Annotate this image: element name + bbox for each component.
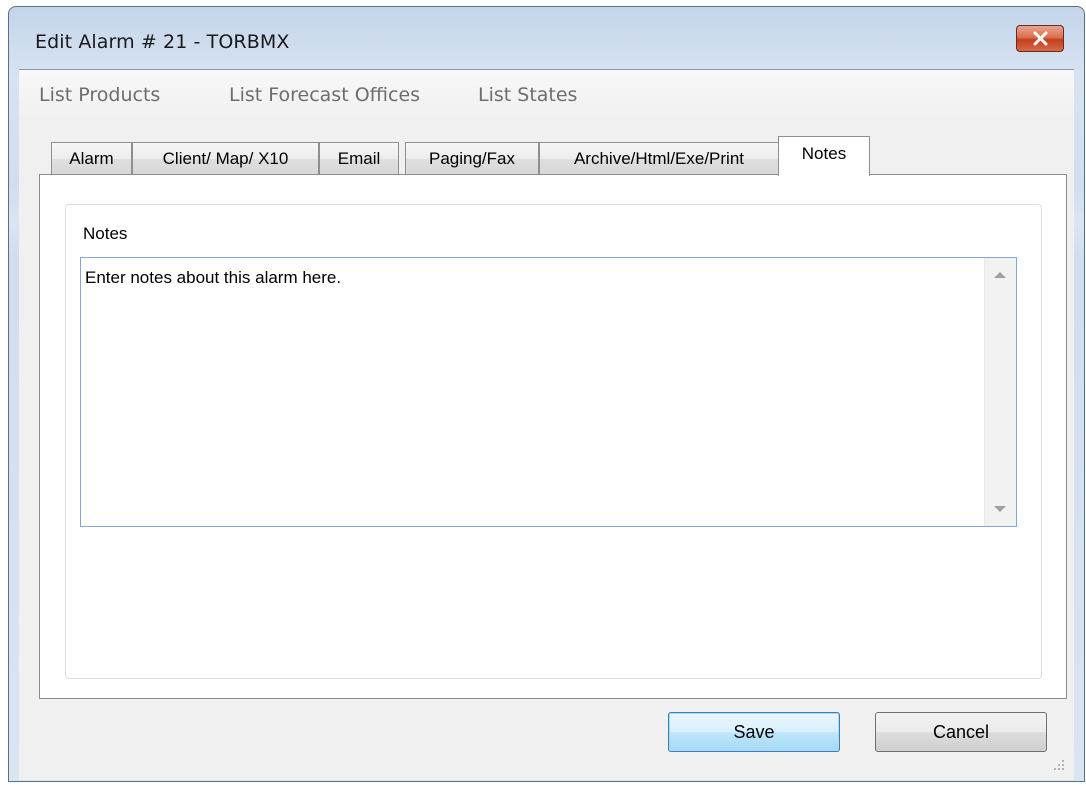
notes-scrollbar[interactable]: [984, 258, 1016, 526]
save-button[interactable]: Save: [668, 712, 840, 752]
tab-archive-html-exe-print[interactable]: Archive/Html/Exe/Print: [539, 142, 779, 175]
dialog-window: Edit Alarm # 21 - TORBMX List Products L…: [8, 6, 1085, 782]
cancel-button[interactable]: Cancel: [875, 712, 1047, 752]
close-icon: [1033, 31, 1048, 46]
dialog-client-area: List Products List Forecast Offices List…: [19, 69, 1074, 780]
notes-group-label: Notes: [83, 224, 128, 243]
window-title: Edit Alarm # 21 - TORBMX: [35, 31, 290, 53]
menu-item-list-products[interactable]: List Products: [39, 84, 160, 106]
resize-grip-icon[interactable]: [1052, 758, 1066, 772]
close-button[interactable]: [1016, 25, 1064, 52]
tab-notes[interactable]: Notes: [778, 136, 870, 176]
menu-bar: List Products List Forecast Offices List…: [19, 70, 1074, 120]
scroll-up-icon[interactable]: [994, 272, 1006, 278]
tab-email[interactable]: Email: [319, 142, 399, 175]
tab-client-map-x10[interactable]: Client/ Map/ X10: [132, 142, 319, 175]
menu-item-list-states[interactable]: List States: [478, 84, 577, 106]
menu-item-list-forecast-offices[interactable]: List Forecast Offices: [229, 84, 420, 106]
tab-alarm[interactable]: Alarm: [51, 142, 132, 175]
scroll-down-icon[interactable]: [994, 506, 1006, 512]
tab-paging-fax[interactable]: Paging/Fax: [405, 142, 539, 175]
notes-groupbox: Notes Enter notes about this alarm here.: [65, 204, 1042, 679]
notes-tab-panel: Notes Enter notes about this alarm here.: [39, 174, 1067, 699]
notes-textarea[interactable]: Enter notes about this alarm here.: [80, 257, 1017, 527]
notes-text[interactable]: Enter notes about this alarm here.: [85, 268, 341, 288]
